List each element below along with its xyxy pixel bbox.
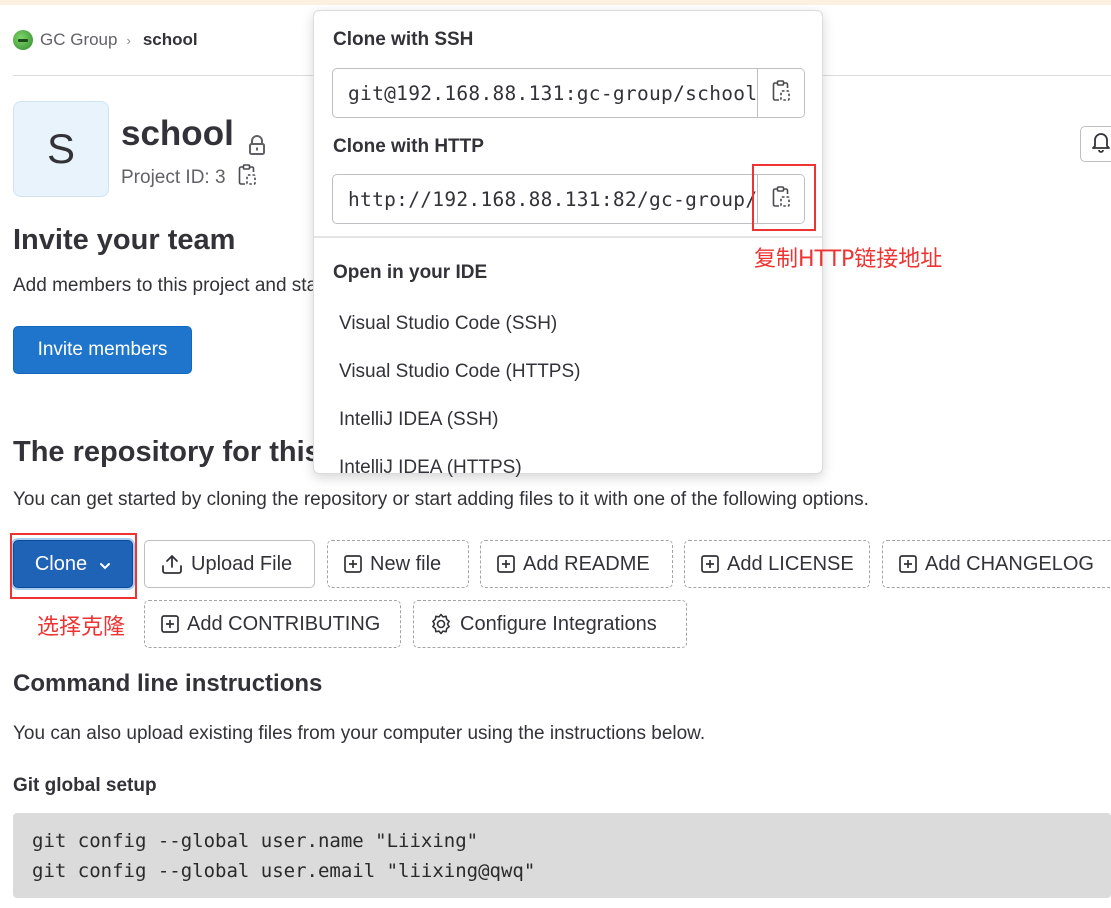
project-avatar: S — [13, 101, 109, 197]
clone-http-url[interactable]: http://192.168.88.131:82/gc-group/school… — [333, 175, 757, 223]
copy-ssh-button[interactable] — [757, 69, 804, 117]
ide-item-vscode-ssh[interactable]: Visual Studio Code (SSH) — [339, 313, 557, 335]
invite-title: Invite your team — [13, 224, 236, 256]
project-id: Project ID: 3 — [121, 164, 256, 192]
breadcrumb-current-link[interactable]: school — [143, 30, 198, 50]
add-license-label: Add LICENSE — [727, 552, 854, 575]
clone-dropdown: Clone with SSH git@192.168.88.131:gc-gro… — [313, 10, 823, 478]
copy-http-annotation: 复制HTTP链接地址 — [754, 247, 943, 272]
plus-square-icon — [497, 555, 515, 573]
command-line-title: Command line instructions — [13, 670, 323, 697]
ide-item-intellij-ssh[interactable]: IntelliJ IDEA (SSH) — [339, 409, 498, 431]
breadcrumb-group-link[interactable]: GC Group — [40, 30, 117, 50]
project-name: school — [121, 114, 234, 153]
add-readme-button[interactable]: Add README — [480, 540, 673, 588]
add-changelog-label: Add CHANGELOG — [925, 552, 1094, 575]
invite-members-button[interactable]: Invite members — [13, 326, 192, 374]
lock-icon — [248, 124, 266, 155]
code-line: git config --global user.name "Liixing" — [32, 830, 479, 852]
code-line: git config --global user.email "liixing@… — [32, 860, 536, 882]
group-avatar[interactable] — [13, 30, 33, 50]
configure-integrations-label: Configure Integrations — [460, 612, 657, 635]
open-in-ide-label: Open in your IDE — [333, 262, 488, 283]
upload-file-label: Upload File — [191, 552, 293, 575]
clone-ssh-field[interactable]: git@192.168.88.131:gc-group/school.git — [332, 68, 805, 118]
breadcrumb-separator-icon: › — [126, 32, 131, 48]
new-file-label: New file — [370, 552, 442, 575]
add-contributing-button[interactable]: Add CONTRIBUTING — [144, 600, 401, 648]
new-file-button[interactable]: New file — [327, 540, 469, 588]
add-contributing-label: Add CONTRIBUTING — [187, 612, 381, 635]
project-title: school — [121, 114, 266, 155]
clone-http-field[interactable]: http://192.168.88.131:82/gc-group/school… — [332, 174, 805, 224]
clipboard-icon — [772, 79, 790, 107]
ide-item-vscode-https[interactable]: Visual Studio Code (HTTPS) — [339, 361, 580, 383]
add-readme-label: Add README — [523, 552, 650, 575]
git-global-setup-title: Git global setup — [13, 775, 157, 796]
add-license-button[interactable]: Add LICENSE — [684, 540, 870, 588]
configure-integrations-button[interactable]: Configure Integrations — [413, 600, 687, 648]
copy-http-highlight-box — [752, 164, 816, 231]
upload-icon — [161, 553, 183, 575]
clone-ssh-label: Clone with SSH — [333, 29, 474, 50]
add-changelog-button[interactable]: Add CHANGELOG — [882, 540, 1111, 588]
top-banner-strip — [0, 0, 1111, 5]
gear-icon — [430, 613, 452, 635]
copy-project-id-icon[interactable] — [238, 164, 256, 192]
plus-square-icon — [161, 615, 179, 633]
dropdown-divider — [314, 236, 822, 238]
upload-file-button[interactable]: Upload File — [144, 540, 315, 588]
breadcrumb: GC Group › school — [13, 30, 198, 50]
ide-item-intellij-https[interactable]: IntelliJ IDEA (HTTPS) — [339, 457, 522, 479]
plus-square-icon — [344, 555, 362, 573]
repository-empty-description: You can get started by cloning the repos… — [13, 489, 869, 510]
clone-highlight-box — [10, 533, 137, 599]
plus-square-icon — [701, 555, 719, 573]
choose-clone-annotation: 选择克隆 — [37, 615, 126, 640]
bell-icon — [1091, 131, 1111, 158]
notification-button[interactable] — [1080, 126, 1111, 162]
command-line-description: You can also upload existing files from … — [13, 723, 706, 744]
project-id-label: Project ID: 3 — [121, 167, 226, 188]
plus-square-icon — [899, 555, 917, 573]
git-setup-code-block[interactable]: git config --global user.name "Liixing" g… — [13, 813, 1111, 898]
clone-http-label: Clone with HTTP — [333, 136, 484, 157]
clone-ssh-url[interactable]: git@192.168.88.131:gc-group/school.git — [333, 69, 757, 117]
